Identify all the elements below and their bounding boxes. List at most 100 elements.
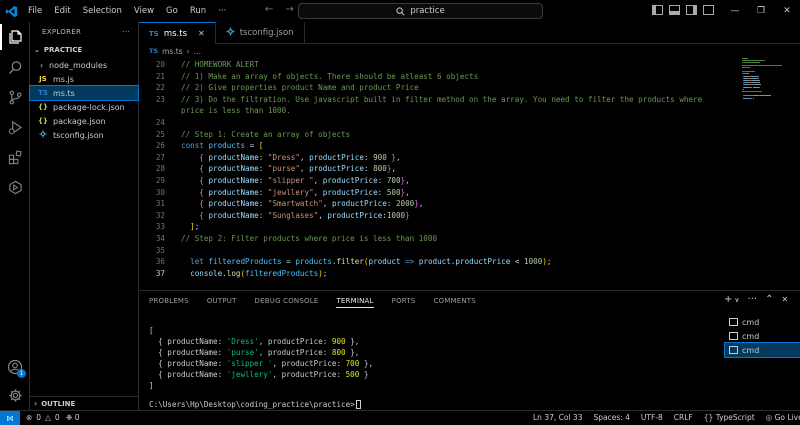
editor-tabs: TS ms.ts ✕ tsconfig.json [139,22,800,44]
code-line[interactable]: 33 ]; [139,221,739,233]
back-arrow-icon[interactable]: ← [265,4,273,15]
code-line[interactable]: 25 // Step 1: Create an array of objects [139,129,739,141]
customize-layout-icon[interactable] [703,5,714,15]
line-number: 28 [155,164,165,174]
run-debug-icon[interactable] [0,114,30,140]
restore-icon[interactable]: ❐ [748,0,774,22]
problems-indicator[interactable]: ⊗ 0 △ 0 [26,413,60,422]
close-tab-icon[interactable]: ✕ [198,29,205,38]
new-terminal-button[interactable]: + [724,294,732,305]
line-number: 27 [155,152,165,162]
workspace-folder[interactable]: ⌄ PRACTICE [30,42,138,58]
manage-gear-icon[interactable] [0,382,30,408]
code-line[interactable]: 36 let filteredProducts = products.filte… [139,256,739,268]
terminal-instance-cmd-2[interactable]: cmd [725,329,800,343]
ports-indicator[interactable]: ❉ 0 [66,413,79,422]
menu-file[interactable]: File [22,6,48,16]
toggle-sidebar-icon[interactable] [652,5,663,15]
cursor-position[interactable]: Ln 37, Col 33 [533,413,582,425]
line-number: 37 [155,268,165,278]
code-line[interactable]: 20 // HOMEWORK ALERT [139,59,739,71]
code-editor[interactable]: 20 // HOMEWORK ALERT 21 // 1) Make an array… [139,58,739,290]
terminal-output[interactable]: [ { productName: 'Dress', productPrice: … [149,325,709,391]
tab-problems[interactable]: PROBLEMS [149,297,189,308]
forward-arrow-icon[interactable]: → [285,4,293,15]
go-live-button[interactable]: ◎ Go Live [766,413,800,425]
tree-item-package-json[interactable]: {} package.json [30,114,138,128]
command-center-search[interactable]: practice [298,3,543,19]
maximize-panel-button[interactable]: ⌃ [765,294,773,305]
breadcrumb-file[interactable]: ms.ts [162,47,182,56]
extensions-icon[interactable] [0,144,30,170]
code-line[interactable]: 22 // 2) Give properties product Name and… [139,82,739,94]
remote-explorer-icon[interactable] [0,174,30,200]
tree-item-package-lock-json[interactable]: {} package-lock.json [30,100,138,114]
code-line[interactable]: 34 // Step 2: Filter products where price… [139,233,739,245]
tab-ms-ts[interactable]: TS ms.ts ✕ [139,22,216,44]
terminal-prompt[interactable]: C:\Users\Hp\Desktop\coding_practice\prac… [149,400,361,409]
terminal-dropdown-button[interactable]: ∨ [734,296,739,305]
source-control-icon[interactable] [0,84,30,110]
code-line[interactable]: 32 { productName: "Sunglases", productPr… [139,210,739,222]
encoding[interactable]: UTF-8 [641,413,663,425]
code-line[interactable]: 21 // 1) Make an array of objects. There … [139,71,739,83]
indentation[interactable]: Spaces: 4 [593,413,629,425]
line-number: 24 [155,118,165,127]
code-line[interactable]: 30 { productName: "jewllery", productPri… [139,187,739,199]
language-mode[interactable]: {} TypeScript [704,413,755,425]
search-icon[interactable] [0,54,30,80]
code-line[interactable]: 35 [139,245,739,257]
workspace-folder-label: PRACTICE [43,46,83,54]
panel-more-button[interactable]: ··· [748,294,758,305]
code-line[interactable]: 24 [139,117,739,129]
line-number: 25 [155,129,165,139]
close-icon[interactable]: ✕ [774,0,800,22]
code-line[interactable]: 27 { productName: "Dress", productPrice:… [139,152,739,164]
error-icon: ⊗ [26,413,33,422]
tab-tsconfig-json[interactable]: tsconfig.json [216,22,305,44]
menu-run[interactable]: Run [184,6,212,16]
nav-arrows: ← → [265,4,294,15]
explorer-more-button[interactable]: ··· [122,28,130,36]
remote-indicator[interactable]: ⨝ [0,411,20,425]
code-text: // Step 1: Create an array of objects [181,129,351,139]
tab-ports[interactable]: PORTS [392,297,416,308]
line-number: 22 [155,83,165,93]
accounts-icon[interactable]: 1 [0,354,30,380]
tab-terminal[interactable]: TERMINAL [336,297,374,308]
tab-comments[interactable]: COMMENTS [433,297,475,308]
minimap[interactable] [742,58,792,118]
tab-output[interactable]: OUTPUT [207,297,237,308]
tab-debug-console[interactable]: DEBUG CONSOLE [255,297,319,308]
code-line[interactable]: 26 const products = [ [139,140,739,152]
explorer-icon[interactable] [0,24,30,50]
menu-more[interactable]: ··· [212,6,232,16]
typescript-file-icon: TS [38,89,48,97]
tree-item-tsconfig-json[interactable]: tsconfig.json [30,128,138,142]
toggle-secondary-sidebar-icon[interactable] [686,5,697,15]
tree-item-ms-ts[interactable]: TS ms.ts [29,85,139,101]
code-line[interactable]: 23 // 3) Do the filtration. Use javascrip… [139,94,739,106]
terminal-instance-cmd-3[interactable]: cmd [724,342,800,358]
menu-edit[interactable]: Edit [48,6,76,16]
minimize-icon[interactable]: — [722,0,748,22]
tree-item-ms-js[interactable]: JS ms.js [30,72,138,86]
menu-selection[interactable]: Selection [77,6,128,16]
code-line[interactable]: 37 console.log(filteredProducts); [139,268,739,280]
outline-section[interactable]: › OUTLINE [30,396,139,410]
end-of-line[interactable]: CRLF [674,413,693,425]
toggle-panel-icon[interactable] [669,5,680,15]
menu-go[interactable]: Go [160,6,184,16]
terminal-instance-cmd-1[interactable]: cmd [725,315,800,329]
breadcrumb-symbol[interactable]: … [194,47,202,56]
terminal-icon [729,318,738,326]
code-line[interactable]: 31 { productName: "Smartwatch", productP… [139,198,739,210]
minimap-mark [759,80,760,81]
menu-view[interactable]: View [128,6,160,16]
code-line[interactable]: 29 { productName: "slipper ", productPri… [139,175,739,187]
code-line[interactable]: price is less than 1000. [139,105,739,117]
chevron-right-icon: › [40,60,44,70]
close-panel-button[interactable]: ✕ [781,295,788,305]
tree-item-node-modules[interactable]: › node_modules [30,58,138,72]
code-line[interactable]: 28 { productName: "purse", productPrice:… [139,163,739,175]
